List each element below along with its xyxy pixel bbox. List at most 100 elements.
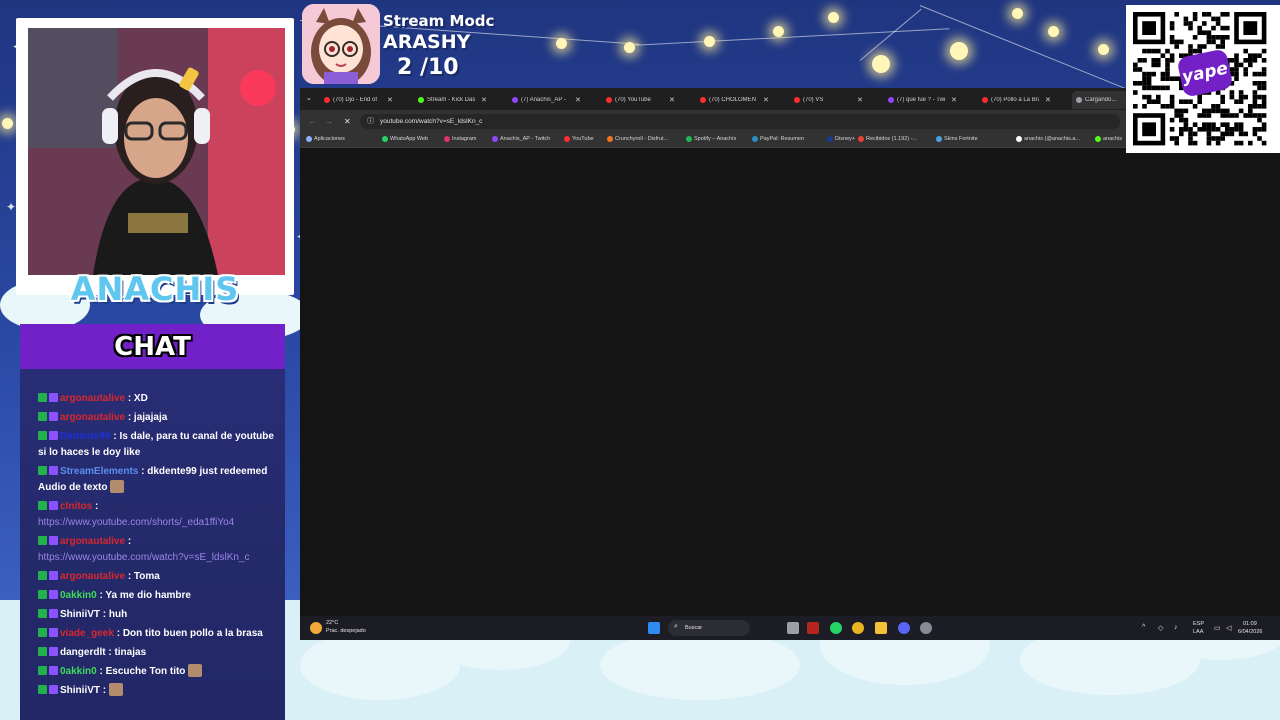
bookmark-item[interactable]: YouTube — [564, 136, 594, 142]
chat-badge-icon — [38, 628, 47, 637]
url-input[interactable]: ⓘ youtube.com/watch?v=sE_ldslKn_c — [360, 114, 1120, 129]
chat-username[interactable]: argonautalive — [60, 412, 125, 423]
adobe-icon[interactable] — [807, 622, 819, 634]
bookmark-item[interactable]: anachis (@anachis.a... — [1016, 136, 1080, 142]
tab-close-icon[interactable]: ✕ — [763, 96, 769, 104]
chat-username[interactable]: Dkdente99 — [60, 431, 111, 442]
discord-icon[interactable] — [898, 622, 910, 634]
chat-username[interactable]: viade_geek — [60, 628, 114, 639]
chat-message: ShiniiVT : huh — [38, 607, 274, 623]
clock-date[interactable]: 6/04/2026 — [1238, 629, 1262, 635]
volume-icon[interactable]: ◁ — [1226, 624, 1231, 632]
browser-tab[interactable]: (7) Anachis_AP - Twi ✕ — [508, 91, 602, 109]
chat-username[interactable]: argonautalive — [60, 571, 125, 582]
chat-message: 0akkin0 : Ya me dio hambre — [38, 588, 274, 604]
bookmark-item[interactable]: Crunchyroll - Disfrut... — [607, 136, 668, 142]
chat-badge-icon — [49, 536, 58, 545]
task-view-icon[interactable] — [787, 622, 799, 634]
mic-icon[interactable]: ♪ — [1174, 624, 1178, 631]
file-explorer-icon[interactable] — [875, 622, 887, 634]
bookmark-label: Instagram — [452, 136, 477, 142]
whatsapp-icon[interactable] — [830, 622, 842, 634]
chat-link[interactable]: https://www.youtube.com/watch?v=sE_ldslK… — [38, 552, 250, 563]
chat-message: ShiniiVT : — [38, 683, 274, 699]
bookmark-item[interactable]: Recibidos (1.192) -... — [858, 136, 917, 142]
chat-username[interactable]: ShiniiVT — [60, 685, 100, 696]
chat-badge-icon — [38, 571, 47, 580]
bookmark-favicon-icon — [752, 136, 758, 142]
bookmark-item[interactable]: Anachis_AP - Twitch — [492, 136, 550, 142]
chat-badge-icon — [38, 501, 47, 510]
browser-tab[interactable]: (70) VS ✕ — [790, 91, 884, 109]
tab-close-icon[interactable]: ✕ — [1045, 96, 1051, 104]
bookmark-item[interactable]: PayPal: Resumen — [752, 136, 804, 142]
display-icon[interactable]: ▭ — [1214, 624, 1221, 632]
tab-close-icon[interactable]: ✕ — [951, 96, 957, 104]
stop-icon[interactable]: ✕ — [344, 117, 351, 126]
chat-emote-icon — [110, 479, 125, 493]
bookmark-favicon-icon — [382, 136, 388, 142]
browser-tab[interactable]: Cargando... — [1072, 91, 1132, 109]
chat-username[interactable]: argonautalive — [60, 393, 125, 404]
chat-badge-icon — [49, 431, 58, 440]
chat-text: : — [102, 685, 107, 696]
chat-link[interactable]: https://www.youtube.com/shorts/_eda1ffiY… — [38, 517, 234, 528]
bookmark-favicon-icon — [607, 136, 613, 142]
forward-icon[interactable]: → — [325, 117, 333, 126]
chat-badge-icon — [49, 666, 58, 675]
bookmark-favicon-icon — [1016, 136, 1022, 142]
windows-start-icon[interactable] — [648, 622, 660, 634]
light-bulb — [773, 26, 784, 37]
chat-username[interactable]: clnitos — [60, 501, 92, 512]
bookmark-item[interactable]: Spotify – Anachis — [686, 136, 736, 142]
taskbar-search[interactable]: ⌕ Buscar — [668, 620, 750, 636]
tab-label: (7) que fue ? - Twitch — [897, 97, 945, 103]
tab-close-icon[interactable]: ✕ — [857, 96, 863, 104]
chrome-icon[interactable] — [852, 622, 864, 634]
network-icon[interactable]: ◇ — [1158, 624, 1163, 632]
tab-close-icon[interactable]: ✕ — [387, 96, 393, 104]
search-label: Buscar — [685, 625, 703, 631]
bookmark-item[interactable]: Instagram — [444, 136, 476, 142]
browser-tab[interactable]: Stream - Kick Dashb ✕ — [414, 91, 508, 109]
settings-icon[interactable] — [920, 622, 932, 634]
weather-icon[interactable] — [310, 622, 322, 634]
back-icon[interactable]: ← — [308, 117, 316, 126]
clock-time[interactable]: 01:09 — [1243, 621, 1257, 627]
chat-username[interactable]: dangerdlt — [60, 647, 106, 658]
browser-tab[interactable]: (70) Djo - End of ✕ — [320, 91, 414, 109]
tray-chevron-icon[interactable]: ^ — [1142, 624, 1145, 631]
tab-close-icon[interactable]: ✕ — [481, 96, 487, 104]
tab-label: (70) Djo - End of — [333, 97, 378, 103]
browser-tab[interactable]: (7) que fue ? - Twitch ✕ — [884, 91, 978, 109]
chat-badge-icon — [38, 431, 47, 440]
tab-close-icon[interactable]: ✕ — [669, 96, 675, 104]
site-info-icon[interactable]: ⓘ — [367, 114, 374, 129]
chat-username[interactable]: argonautalive — [60, 536, 125, 547]
chat-username[interactable]: StreamElements — [60, 466, 138, 477]
weather-temp: 22°C — [326, 620, 339, 626]
bookmark-label: Aplicaciones — [314, 136, 345, 142]
mod-avatar — [302, 4, 380, 84]
chat-list: argonautalive : XD argonautalive : jajaja… — [20, 324, 285, 720]
browser-tab[interactable]: (70) CHOLOMEN ✕ — [696, 91, 790, 109]
chat-text: : Don tito buen pollo a la brasa — [116, 628, 263, 639]
lang-bottom[interactable]: LAA — [1193, 629, 1203, 635]
bookmark-item[interactable]: Disney+ — [827, 136, 855, 142]
chat-username[interactable]: 0akkin0 — [60, 590, 97, 601]
lang-top[interactable]: ESP — [1193, 621, 1204, 627]
bookmark-item[interactable]: Aplicaciones — [306, 136, 345, 142]
bookmark-item[interactable]: anachis — [1095, 136, 1122, 142]
chat-badge-icon — [49, 628, 58, 637]
chat-username[interactable]: 0akkin0 — [60, 666, 97, 677]
bookmark-label: Anachis_AP - Twitch — [500, 136, 551, 142]
tab-label: Cargando... — [1085, 97, 1117, 103]
bookmark-item[interactable]: WhatsApp Web — [382, 136, 428, 142]
browser-tab[interactable]: (70) Pollo a La Brasa ✕ — [978, 91, 1072, 109]
bookmark-item[interactable]: Skins Fortnite — [936, 136, 978, 142]
tab-favicon-icon — [794, 97, 800, 103]
chat-username[interactable]: ShiniiVT — [60, 609, 100, 620]
browser-tab[interactable]: (70) YouTube ✕ — [602, 91, 696, 109]
tab-list-chevron-icon[interactable]: ⌄ — [306, 94, 312, 102]
tab-close-icon[interactable]: ✕ — [575, 96, 581, 104]
